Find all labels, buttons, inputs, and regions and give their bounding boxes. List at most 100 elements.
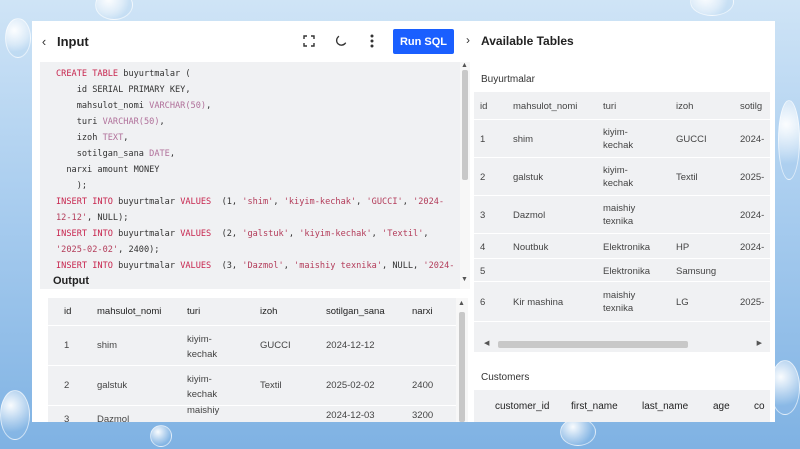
output-row: 2 galstuk kiyim-kechak Textil 2025-02-02… xyxy=(48,367,456,406)
sql-text: buyurtmalar ( xyxy=(123,69,191,79)
table-name-customers[interactable]: Customers xyxy=(481,372,529,383)
table-name-buyurtmalar[interactable]: Buyurtmalar xyxy=(481,74,535,85)
table-cell: Noutbuk xyxy=(513,242,549,253)
output-cell: 2400 xyxy=(412,380,434,391)
sql-string: '2024- xyxy=(423,261,455,271)
sql-code[interactable]: CREATE TABLE buyurtmalar ( id SERIAL PRI… xyxy=(56,66,454,274)
output-cell: kiyim-kechak xyxy=(187,374,218,400)
code-line: INSERT INTO buyurtmalar VALUES (1, 'shim… xyxy=(56,194,454,210)
sql-keyword: VALUES xyxy=(180,261,217,271)
table-col-header: mahsulot_nomi xyxy=(513,101,578,112)
code-line: mahsulot_nomi VARCHAR(50), xyxy=(56,98,454,114)
scroll-left-icon[interactable]: ◀ xyxy=(484,339,489,347)
output-cell: maishiy xyxy=(187,405,220,416)
table-cell: Dazmol xyxy=(513,210,546,221)
table-cell: maishiy texnika xyxy=(603,290,636,314)
code-line: id SERIAL PRIMARY KEY, xyxy=(56,82,454,98)
bubble-decoration xyxy=(690,0,734,16)
sql-editor[interactable]: CREATE TABLE buyurtmalar ( id SERIAL PRI… xyxy=(40,62,470,289)
table-col-header: first_name xyxy=(571,401,618,412)
sql-string: 'shim' xyxy=(242,197,274,207)
sql-text: , xyxy=(402,197,414,207)
table-col-header: sotilg xyxy=(740,101,763,112)
code-line: turi VARCHAR(50), xyxy=(56,114,454,130)
table-cell: HP xyxy=(676,242,690,253)
output-cell: galstuk xyxy=(97,380,128,391)
sql-keyword: CREATE TABLE xyxy=(56,69,124,79)
code-line: izoh TEXT, xyxy=(56,130,454,146)
sql-text: , xyxy=(423,229,429,239)
output-scrollbar[interactable]: ▲ xyxy=(456,298,468,422)
output-cell: 2 xyxy=(64,380,70,391)
sql-text: buyurtmalar xyxy=(118,229,181,239)
table-cell: 3 xyxy=(480,210,486,221)
input-toolbar: ‹ Input Run SQL xyxy=(32,21,472,61)
table-cell: galstuk xyxy=(513,172,544,183)
more-vertical-icon[interactable] xyxy=(362,31,382,51)
table-cell: 2024- xyxy=(740,242,765,253)
tables-horizontal-scrollbar[interactable]: ◀ ▶ xyxy=(484,339,762,349)
buyurtmalar-table: id mahsulot_nomi turi izoh sotilg 1 shim… xyxy=(474,92,770,352)
tables-title: Available Tables xyxy=(481,34,574,48)
sql-text: , NULL, xyxy=(382,261,424,271)
output-cell: shim xyxy=(97,340,118,351)
output-row: 3 Dazmol maishiy 2024-12-03 3200 xyxy=(48,405,456,422)
scroll-up-icon[interactable]: ▲ xyxy=(458,300,465,307)
sql-text: sotilgan_sana xyxy=(56,149,150,159)
sql-string: '2025-02-02' xyxy=(56,245,119,255)
sql-text: ); xyxy=(56,181,88,191)
scroll-right-icon[interactable]: ▶ xyxy=(757,339,762,347)
sql-string: 'Textil' xyxy=(382,229,424,239)
table-col-header: turi xyxy=(603,101,617,112)
sql-string: 'kiyim-kechak' xyxy=(299,229,372,239)
horizontal-scroll-thumb[interactable] xyxy=(498,341,688,348)
sql-text: , xyxy=(288,229,300,239)
table-cell: 2024- xyxy=(740,210,765,221)
output-cell: 1 xyxy=(64,340,70,351)
output-scroll-thumb[interactable] xyxy=(459,312,465,422)
chevron-right-icon[interactable]: › xyxy=(466,33,470,47)
editor-scrollbar[interactable]: ▲ ▼ xyxy=(460,62,470,289)
table-row: 1 shim kiyim-kechak GUCCI 2024- xyxy=(474,121,770,158)
chevron-left-icon[interactable]: ‹ xyxy=(34,31,54,51)
table-cell: maishiy texnika xyxy=(603,203,636,227)
bubble-decoration xyxy=(95,0,133,20)
sql-string: 'galstuk' xyxy=(242,229,289,239)
output-table: id mahsulot_nomi turi izoh sotilgan_sana… xyxy=(48,298,468,422)
table-header-row: id mahsulot_nomi turi izoh sotilg xyxy=(474,92,770,120)
table-row: 5 Elektronika Samsung xyxy=(474,260,770,282)
bubble-decoration xyxy=(560,418,596,446)
table-cell: shim xyxy=(513,134,534,145)
bubble-decoration xyxy=(778,100,800,180)
tables-pane: › Available Tables Buyurtmalar id mahsul… xyxy=(466,21,775,422)
scroll-up-icon[interactable]: ▲ xyxy=(461,62,468,69)
sql-text: , xyxy=(159,117,165,127)
fullscreen-icon[interactable] xyxy=(299,31,319,51)
table-cell: LG xyxy=(676,297,689,308)
table-cell: Elektronika xyxy=(603,266,650,277)
bubble-decoration xyxy=(0,390,30,440)
sql-keyword: INSERT INTO xyxy=(56,261,119,271)
output-cell: 2025-02-02 xyxy=(326,380,375,391)
moon-icon[interactable] xyxy=(331,31,351,51)
sql-type: VARCHAR(50) xyxy=(102,117,160,127)
code-line: 12-12', NULL); xyxy=(56,210,454,226)
scroll-down-icon[interactable]: ▼ xyxy=(461,276,468,283)
output-title: Output xyxy=(53,275,90,287)
output-cell: 2024-12-03 xyxy=(326,410,375,421)
code-line: narxi amount MONEY xyxy=(56,162,454,178)
output-col-header: mahsulot_nomi xyxy=(97,306,162,317)
input-title: Input xyxy=(57,34,89,49)
bubble-decoration xyxy=(150,425,172,447)
sql-string: 'maishiy texnika' xyxy=(294,261,383,271)
table-cell: kiyim-kechak xyxy=(603,127,634,151)
table-cell: 6 xyxy=(480,297,486,308)
table-row: 4 Noutbuk Elektronika HP 2024- xyxy=(474,235,770,259)
editor-scroll-thumb[interactable] xyxy=(462,70,468,180)
code-line: INSERT INTO buyurtmalar VALUES (2, 'gals… xyxy=(56,226,454,242)
sql-playground-window: ‹ Input Run SQL CREATE TABLE buyurtmalar… xyxy=(32,21,775,422)
table-col-header: last_name xyxy=(642,401,689,412)
output-cell: kiyim-kechak xyxy=(187,334,218,360)
sql-text: narxi amount MONEY xyxy=(56,165,160,175)
run-sql-button[interactable]: Run SQL xyxy=(393,29,454,54)
